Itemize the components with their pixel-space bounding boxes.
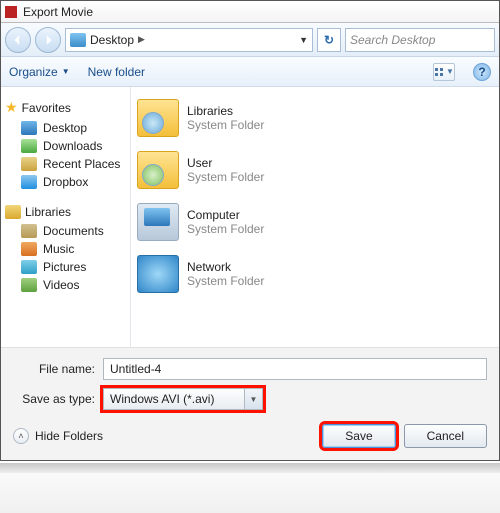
shadow-divider (0, 463, 500, 473)
folder-network[interactable]: NetworkSystem Folder (135, 251, 495, 297)
refresh-icon: ↻ (324, 33, 334, 47)
star-icon: ★ (5, 99, 18, 116)
chevron-down-icon[interactable]: ▼ (299, 35, 308, 45)
savetype-combo[interactable]: Windows AVI (*.avi) ▼ (103, 388, 263, 410)
save-button[interactable]: Save (322, 424, 395, 448)
chevron-down-icon: ▼ (62, 67, 70, 76)
back-button[interactable] (5, 27, 31, 53)
chevron-down-icon[interactable]: ▼ (244, 389, 262, 409)
title-bar: Export Movie (1, 1, 499, 23)
folder-computer[interactable]: ComputerSystem Folder (135, 199, 495, 245)
arrow-left-icon (12, 34, 24, 46)
recent-icon (21, 157, 37, 171)
computer-icon (137, 203, 179, 241)
background-area (0, 473, 500, 513)
forward-button[interactable] (35, 27, 61, 53)
cancel-button[interactable]: Cancel (404, 424, 487, 448)
refresh-button[interactable]: ↻ (317, 28, 341, 52)
nav-bar: Desktop ▶ ▼ ↻ Search Desktop (1, 23, 499, 57)
app-icon (5, 6, 17, 18)
chevron-right-icon: ▶ (138, 34, 145, 45)
sidebar-item-desktop[interactable]: Desktop (5, 119, 126, 137)
filename-label: File name: (13, 362, 103, 376)
sidebar-item-music[interactable]: Music (5, 240, 126, 258)
chevron-down-icon: ▼ (446, 67, 454, 76)
sidebar-item-dropbox[interactable]: Dropbox (5, 173, 126, 191)
view-options-button[interactable]: ▼ (433, 63, 455, 81)
chevron-up-icon: ˄ (13, 428, 29, 444)
folder-user[interactable]: UserSystem Folder (135, 147, 495, 193)
videos-icon (21, 278, 37, 292)
folder-icon (137, 151, 179, 189)
sidebar-item-videos[interactable]: Videos (5, 276, 126, 294)
view-icon (434, 67, 444, 77)
pictures-icon (21, 260, 37, 274)
filename-input[interactable]: Untitled-4 (103, 358, 487, 380)
downloads-icon (21, 139, 37, 153)
desktop-icon (70, 33, 86, 47)
desktop-icon (21, 121, 37, 135)
body-area: ★ Favorites Desktop Downloads Recent Pla… (1, 87, 499, 347)
folder-libraries[interactable]: LibrariesSystem Folder (135, 95, 495, 141)
filename-row: File name: Untitled-4 (13, 358, 487, 380)
search-input[interactable]: Search Desktop (345, 28, 495, 52)
arrow-right-icon (42, 34, 54, 46)
help-icon: ? (478, 65, 485, 79)
sidebar: ★ Favorites Desktop Downloads Recent Pla… (1, 87, 131, 347)
organize-menu[interactable]: Organize ▼ (9, 65, 70, 79)
libraries-icon (5, 205, 21, 219)
libraries-header[interactable]: Libraries (5, 205, 126, 219)
network-icon (137, 255, 179, 293)
music-icon (21, 242, 37, 256)
window-title: Export Movie (23, 5, 93, 19)
documents-icon (21, 224, 37, 238)
bottom-panel: File name: Untitled-4 Save as type: Wind… (1, 347, 499, 460)
sidebar-item-pictures[interactable]: Pictures (5, 258, 126, 276)
search-placeholder: Search Desktop (350, 33, 435, 47)
hide-folders-button[interactable]: ˄ Hide Folders (13, 428, 103, 444)
savetype-label: Save as type: (13, 392, 103, 406)
file-list[interactable]: LibrariesSystem Folder UserSystem Folder… (131, 87, 499, 347)
new-folder-button[interactable]: New folder (88, 65, 145, 79)
sidebar-item-recent[interactable]: Recent Places (5, 155, 126, 173)
favorites-header[interactable]: ★ Favorites (5, 99, 126, 116)
sidebar-item-downloads[interactable]: Downloads (5, 137, 126, 155)
breadcrumb[interactable]: Desktop ▶ ▼ (65, 28, 313, 52)
savetype-row: Save as type: Windows AVI (*.avi) ▼ (13, 388, 487, 410)
export-dialog: Export Movie Desktop ▶ ▼ ↻ Search Deskto… (0, 0, 500, 461)
toolbar: Organize ▼ New folder ▼ ? (1, 57, 499, 87)
dropbox-icon (21, 175, 37, 189)
help-button[interactable]: ? (473, 63, 491, 81)
folder-icon (137, 99, 179, 137)
breadcrumb-location: Desktop (90, 33, 134, 47)
sidebar-item-documents[interactable]: Documents (5, 222, 126, 240)
footer: ˄ Hide Folders Save Cancel (13, 424, 487, 448)
